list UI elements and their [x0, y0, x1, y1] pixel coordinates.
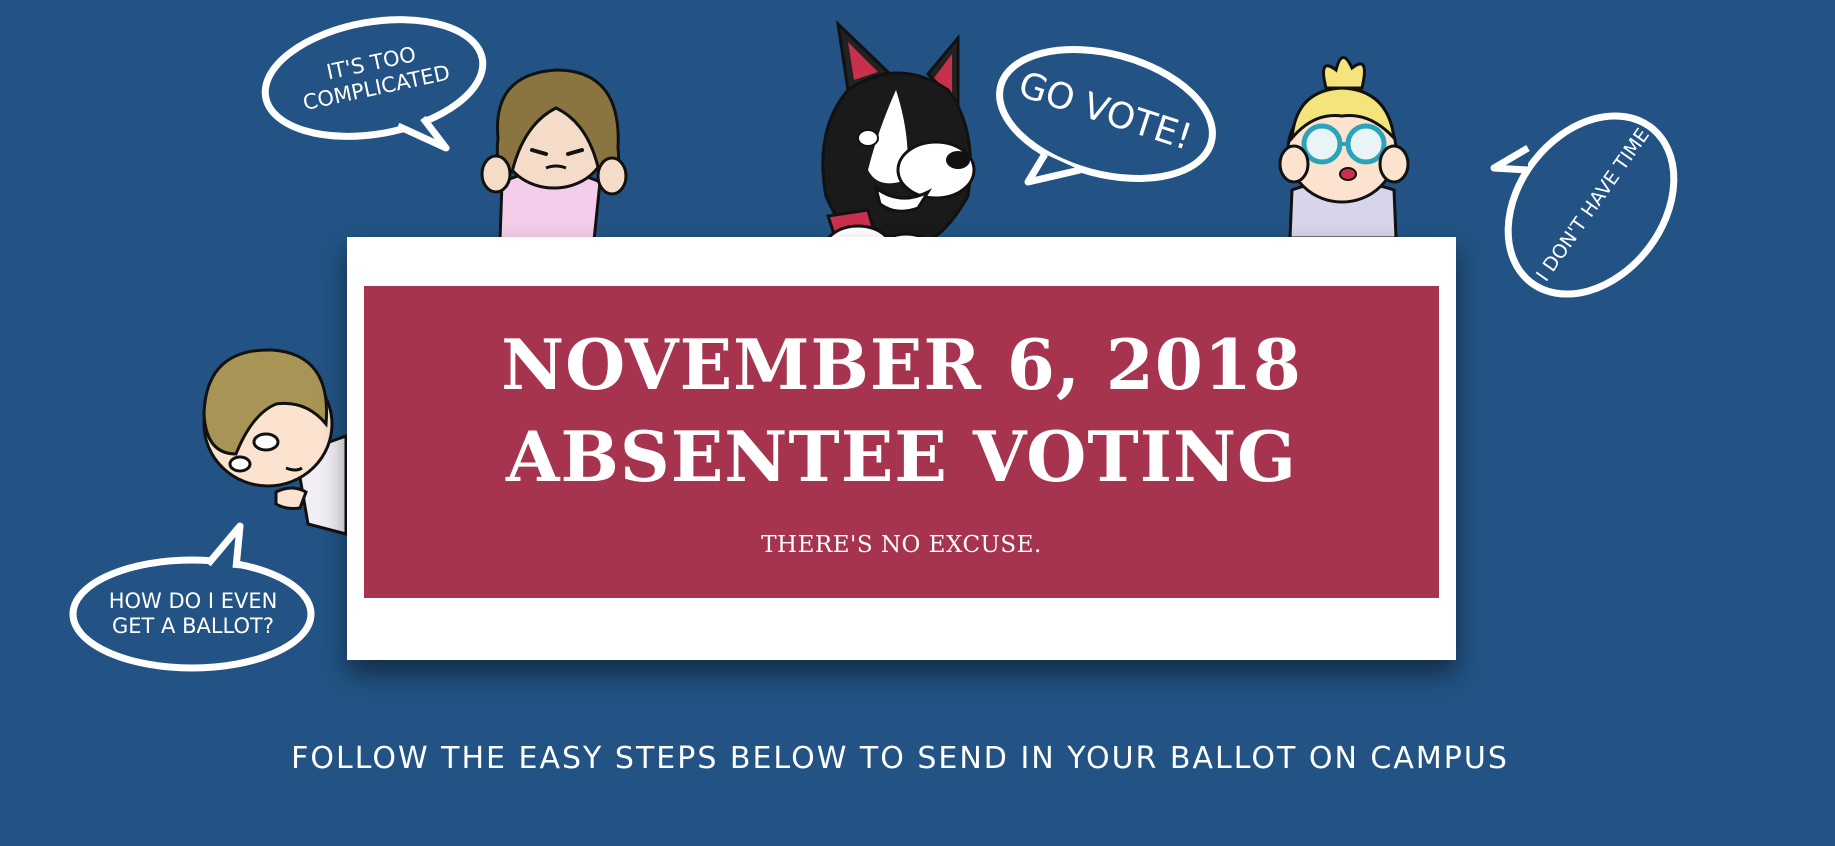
instructions-text: FOLLOW THE EASY STEPS BELOW TO SEND IN Y… [291, 741, 1509, 776]
absentee-voting-heading: ABSENTEE VOTING [506, 417, 1297, 498]
bubble-line: HOW DO I EVEN [108, 588, 278, 613]
absentee-voting-banner: NOVEMBER 6, 2018 ABSENTEE VOTING THERE'S… [364, 286, 1439, 598]
speech-bubble-go-vote: GO VOTE! [990, 42, 1220, 192]
peeking-boy-illustration [196, 344, 348, 536]
tagline: THERE'S NO EXCUSE. [761, 532, 1042, 558]
main-card: NOVEMBER 6, 2018 ABSENTEE VOTING THERE'S… [347, 237, 1456, 660]
speech-bubble-no-time: I DON'T HAVE TIME [1488, 100, 1683, 315]
speech-bubble-complicated: IT'S TOO COMPLICATED [258, 8, 490, 154]
bubble-line: GET A BALLOT? [111, 614, 274, 638]
election-date-heading: NOVEMBER 6, 2018 [501, 325, 1302, 406]
kid-with-glasses-illustration [1270, 46, 1415, 240]
frustrated-girl-illustration [472, 64, 637, 242]
speech-bubble-ballot: HOW DO I EVEN GET A BALLOT? [68, 520, 318, 680]
